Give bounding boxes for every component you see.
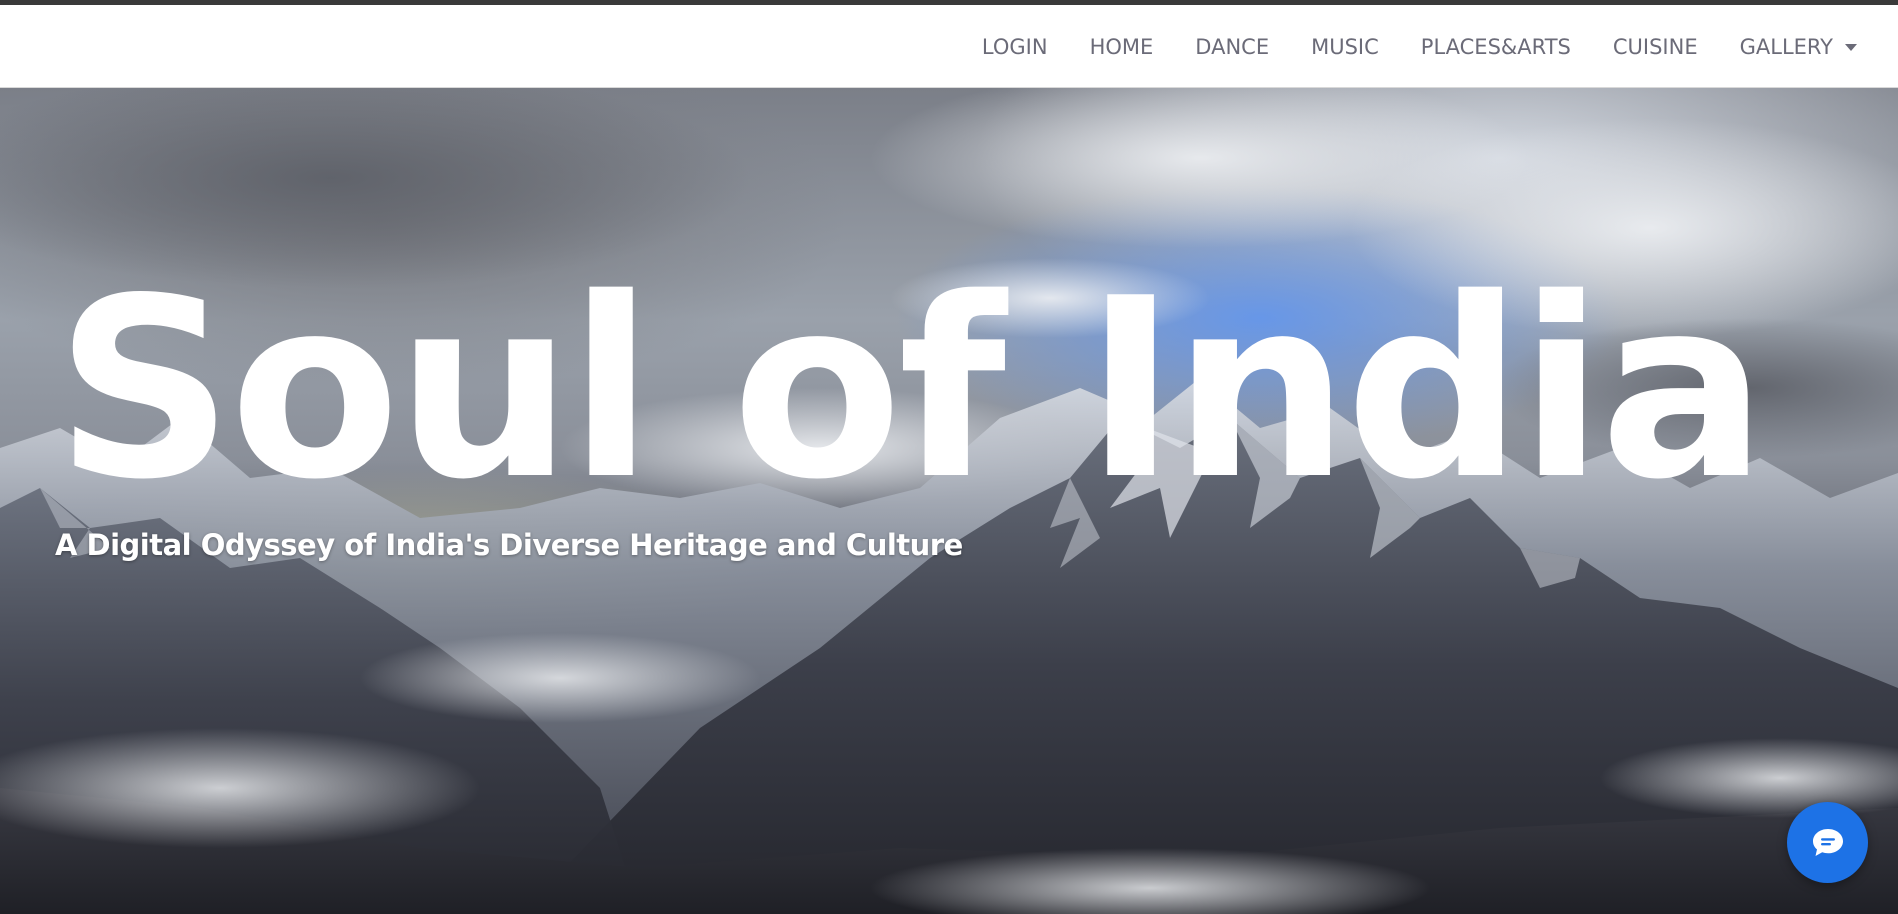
- nav-menu: LOGIN HOME DANCE MUSIC PLACES&ARTS CUISI…: [961, 5, 1878, 88]
- chat-bubble-icon: [1812, 828, 1843, 856]
- chat-button[interactable]: [1787, 802, 1868, 883]
- nav-item-label: PLACES&ARTS: [1420, 34, 1571, 59]
- nav-item-music[interactable]: MUSIC: [1290, 35, 1400, 59]
- nav-item-home[interactable]: HOME: [1069, 35, 1175, 59]
- nav-item-label: GALLERY: [1739, 34, 1833, 59]
- nav-item-label: MUSIC: [1311, 34, 1379, 59]
- nav-item-label: LOGIN: [981, 34, 1048, 59]
- nav-item-cuisine[interactable]: CUISINE: [1592, 35, 1719, 59]
- hero-section: Soul of India A Digital Odyssey of India…: [0, 88, 1898, 914]
- hero-subtitle: A Digital Odyssey of India's Diverse Her…: [55, 528, 963, 562]
- nav-item-login[interactable]: LOGIN: [961, 35, 1069, 59]
- nav-item-places-arts[interactable]: PLACES&ARTS: [1400, 35, 1592, 59]
- nav-item-label: CUISINE: [1612, 34, 1698, 59]
- nav-item-dance[interactable]: DANCE: [1174, 35, 1290, 59]
- nav-item-label: HOME: [1089, 34, 1154, 59]
- nav-item-gallery[interactable]: GALLERY: [1719, 35, 1878, 59]
- nav-item-label: DANCE: [1195, 34, 1270, 59]
- navbar: LOGIN HOME DANCE MUSIC PLACES&ARTS CUISI…: [0, 5, 1898, 88]
- hero-title: Soul of India: [55, 246, 1767, 534]
- chevron-down-icon: [1845, 44, 1857, 51]
